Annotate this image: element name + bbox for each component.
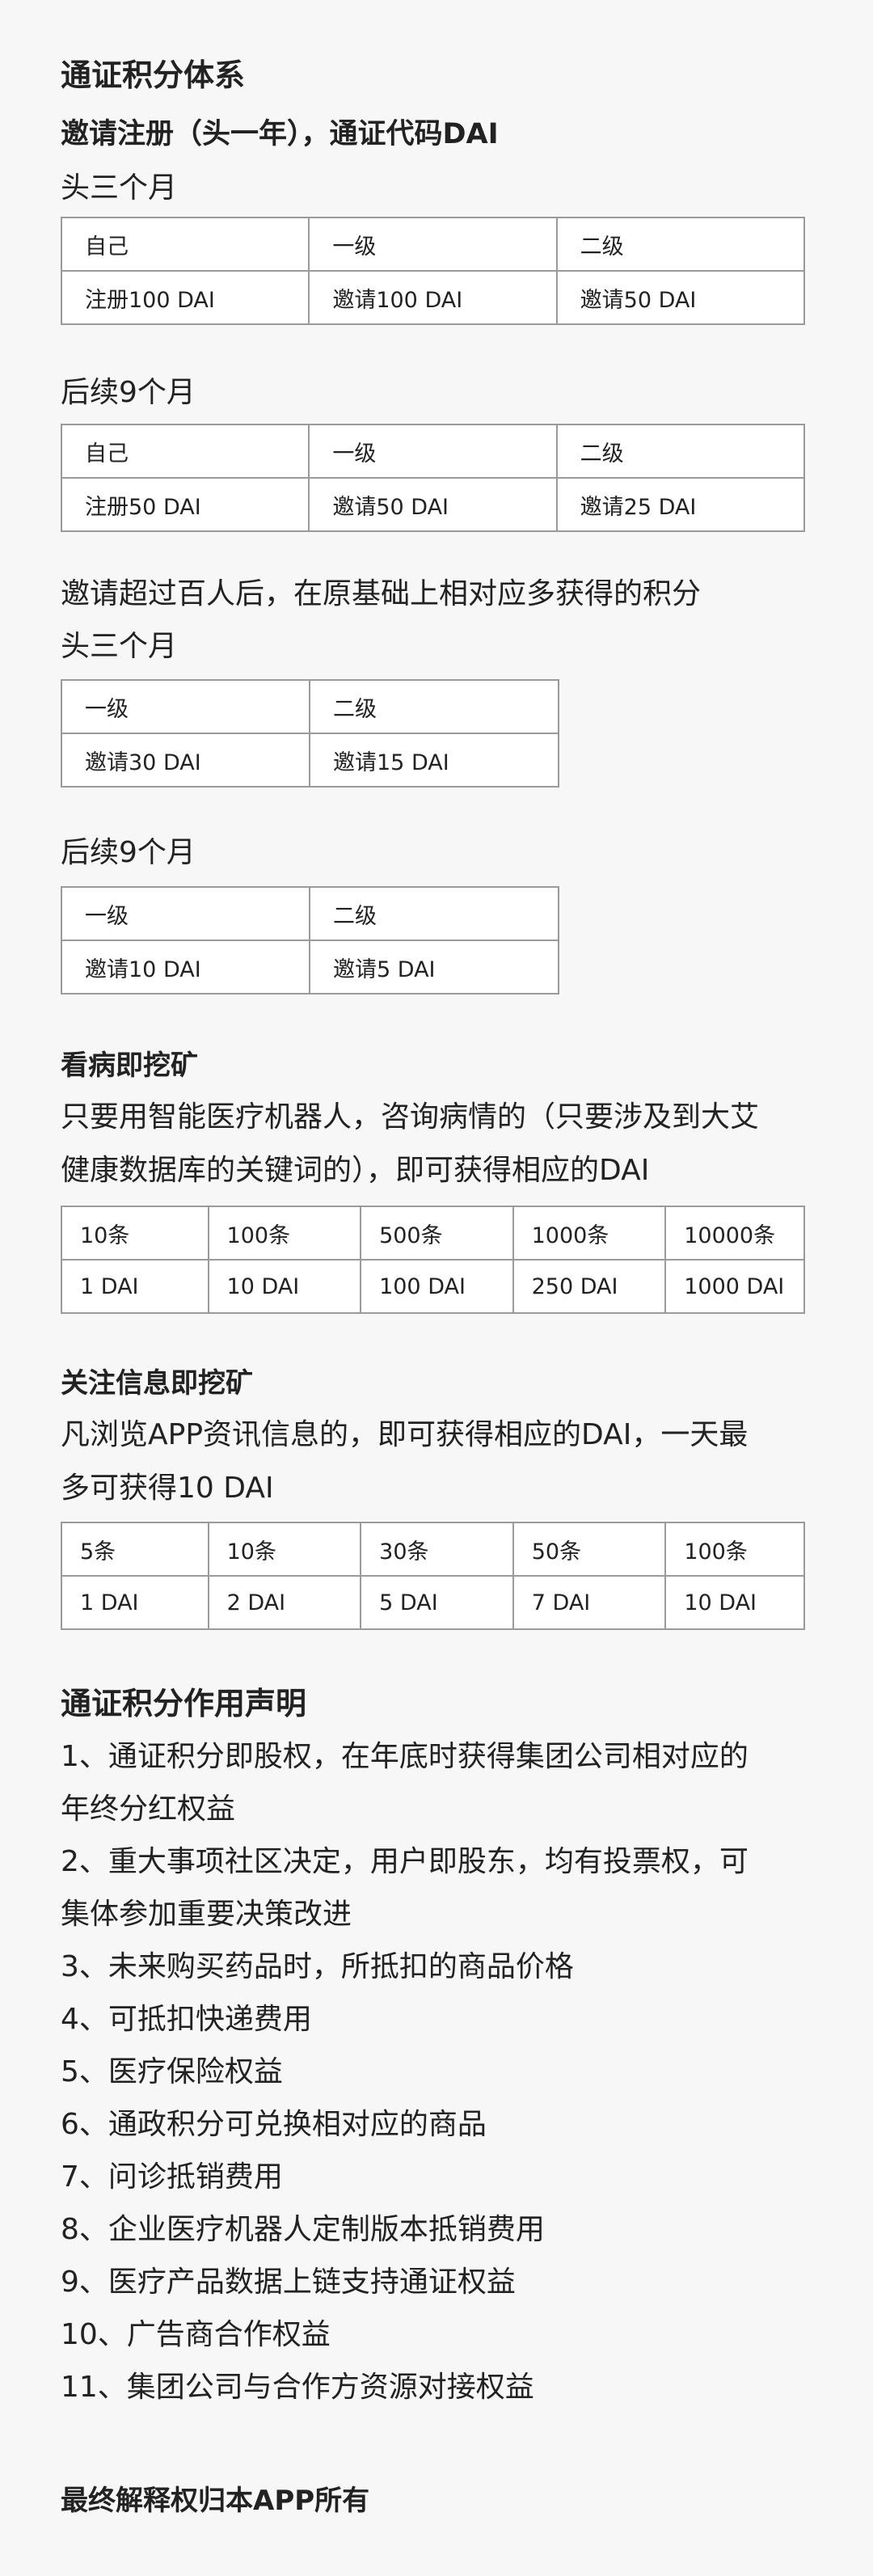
follow-table: 5条 10条 30条 50条 100条 1 DAI 2 DAI 5 DAI 7 … <box>61 1522 805 1630</box>
table-cell: 10000条 <box>664 1206 805 1261</box>
table-cell: 邀请30 DAI <box>61 733 310 788</box>
table-cell: 自己 <box>60 217 310 272</box>
list-item: 11、集团公司与合作方资源对接权益 <box>61 2371 534 2404</box>
list-item: 集体参加重要决策改进 <box>61 1898 352 1931</box>
document-page: 通证积分体系 邀请注册（头一年），通证代码DAI 头三个月 自己 一级 二级 注… <box>0 0 873 2576</box>
mining-table: 10条 100条 500条 1000条 10000条 1 DAI 10 DAI … <box>61 1206 805 1314</box>
table-cell: 250 DAI <box>512 1259 667 1314</box>
table-cell: 50条 <box>512 1522 667 1577</box>
table-cell: 自己 <box>60 424 310 479</box>
table-cell: 邀请5 DAI <box>309 940 559 995</box>
table-cell: 10 DAI <box>207 1259 362 1314</box>
table-header-row: 一级 二级 <box>61 679 559 734</box>
table-cell: 10条 <box>61 1206 209 1261</box>
table-cell: 注册50 DAI <box>60 477 310 532</box>
list-item: 2、重大事项社区决定，用户即股东，均有投票权，可 <box>61 1845 749 1878</box>
invite-heading: 邀请注册（头一年），通证代码DAI <box>61 118 499 150</box>
follow-heading: 关注信息即挖矿 <box>61 1367 253 1400</box>
table-cell: 1000 DAI <box>664 1259 805 1314</box>
list-item: 9、医疗产品数据上链支持通证权益 <box>61 2266 516 2299</box>
table-cell: 一级 <box>61 886 310 941</box>
statement-list: 1、通证积分即股权，在年底时获得集团公司相对应的 年终分红权益 2、重大事项社区… <box>61 1730 749 2413</box>
statement-heading: 通证积分作用声明 <box>61 1686 307 1721</box>
table-cell: 邀请100 DAI <box>308 270 558 325</box>
over100-next9-label: 后续9个月 <box>61 836 196 869</box>
mining-text-line-2: 健康数据库的关键词的），即可获得相应的DAI <box>61 1154 650 1187</box>
table-cell: 一级 <box>308 424 558 479</box>
mining-text-line-1: 只要用智能医疗机器人，咨询病情的（只要涉及到大艾 <box>61 1100 760 1134</box>
table-cell: 1 DAI <box>61 1259 209 1314</box>
list-item: 6、通政积分可兑换相对应的商品 <box>61 2108 487 2141</box>
table-header-row: 自己 一级 二级 <box>60 217 806 272</box>
table-cell: 7 DAI <box>512 1575 667 1630</box>
table-cell: 5条 <box>61 1522 209 1577</box>
table-header-row: 一级 二级 <box>61 886 559 941</box>
table-cell: 5 DAI <box>360 1575 514 1630</box>
first3-table: 自己 一级 二级 注册100 DAI 邀请100 DAI 邀请50 DAI <box>60 217 806 325</box>
table-cell: 邀请15 DAI <box>309 733 559 788</box>
table-row: 邀请10 DAI 邀请5 DAI <box>61 940 559 995</box>
first3-label: 头三个月 <box>61 171 178 205</box>
table-cell: 500条 <box>360 1206 514 1261</box>
table-cell: 二级 <box>309 886 559 941</box>
page-title: 通证积分体系 <box>61 57 246 93</box>
follow-text-line-2: 多可获得10 DAI <box>61 1472 274 1505</box>
table-cell: 1000条 <box>512 1206 667 1261</box>
table-row: 注册100 DAI 邀请100 DAI 邀请50 DAI <box>60 270 806 325</box>
table-row: 邀请30 DAI 邀请15 DAI <box>61 733 559 788</box>
list-item: 1、通证积分即股权，在年底时获得集团公司相对应的 <box>61 1740 749 1773</box>
table-cell: 2 DAI <box>207 1575 362 1630</box>
over100-text: 邀请超过百人后，在原基础上相对应多获得的积分 <box>61 577 702 610</box>
table-cell: 1 DAI <box>61 1575 209 1630</box>
table-header-row: 10条 100条 500条 1000条 10000条 <box>61 1206 805 1261</box>
mining-heading: 看病即挖矿 <box>61 1049 198 1082</box>
table-row: 1 DAI 10 DAI 100 DAI 250 DAI 1000 DAI <box>61 1259 805 1314</box>
table-cell: 10条 <box>207 1522 362 1577</box>
next9-table: 自己 一级 二级 注册50 DAI 邀请50 DAI 邀请25 DAI <box>60 424 806 532</box>
table-header-row: 5条 10条 30条 50条 100条 <box>61 1522 805 1577</box>
table-cell: 一级 <box>308 217 558 272</box>
table-cell: 一级 <box>61 679 310 734</box>
list-item: 7、问诊抵销费用 <box>61 2160 283 2194</box>
list-item: 5、医疗保险权益 <box>61 2055 283 2088</box>
table-row: 1 DAI 2 DAI 5 DAI 7 DAI 10 DAI <box>61 1575 805 1630</box>
table-cell: 10 DAI <box>664 1575 805 1630</box>
table-cell: 100条 <box>664 1522 805 1577</box>
table-cell: 邀请50 DAI <box>555 270 806 325</box>
list-item: 4、可抵扣快递费用 <box>61 2003 312 2036</box>
over100-next9-table: 一级 二级 邀请10 DAI 邀请5 DAI <box>61 886 559 995</box>
table-row: 注册50 DAI 邀请50 DAI 邀请25 DAI <box>60 477 806 532</box>
table-cell: 邀请25 DAI <box>555 477 806 532</box>
table-cell: 30条 <box>360 1522 514 1577</box>
follow-text-line-1: 凡浏览APP资讯信息的，即可获得相应的DAI，一天最 <box>61 1418 749 1451</box>
table-cell: 邀请50 DAI <box>308 477 558 532</box>
table-cell: 二级 <box>555 217 806 272</box>
footer-note: 最终解释权归本APP所有 <box>61 2485 370 2517</box>
table-cell: 二级 <box>555 424 806 479</box>
table-cell: 注册100 DAI <box>60 270 310 325</box>
table-cell: 100 DAI <box>360 1259 514 1314</box>
table-cell: 二级 <box>309 679 559 734</box>
table-cell: 100条 <box>207 1206 362 1261</box>
over100-first3-label: 头三个月 <box>61 630 178 663</box>
list-item: 8、企业医疗机器人定制版本抵销费用 <box>61 2213 545 2246</box>
list-item: 3、未来购买药品时，所抵扣的商品价格 <box>61 1950 574 1983</box>
next9-label: 后续9个月 <box>61 376 196 409</box>
list-item: 10、广告商合作权益 <box>61 2318 331 2351</box>
table-cell: 邀请10 DAI <box>61 940 310 995</box>
table-header-row: 自己 一级 二级 <box>60 424 806 479</box>
list-item: 年终分红权益 <box>61 1793 236 1826</box>
over100-first3-table: 一级 二级 邀请30 DAI 邀请15 DAI <box>61 679 559 788</box>
